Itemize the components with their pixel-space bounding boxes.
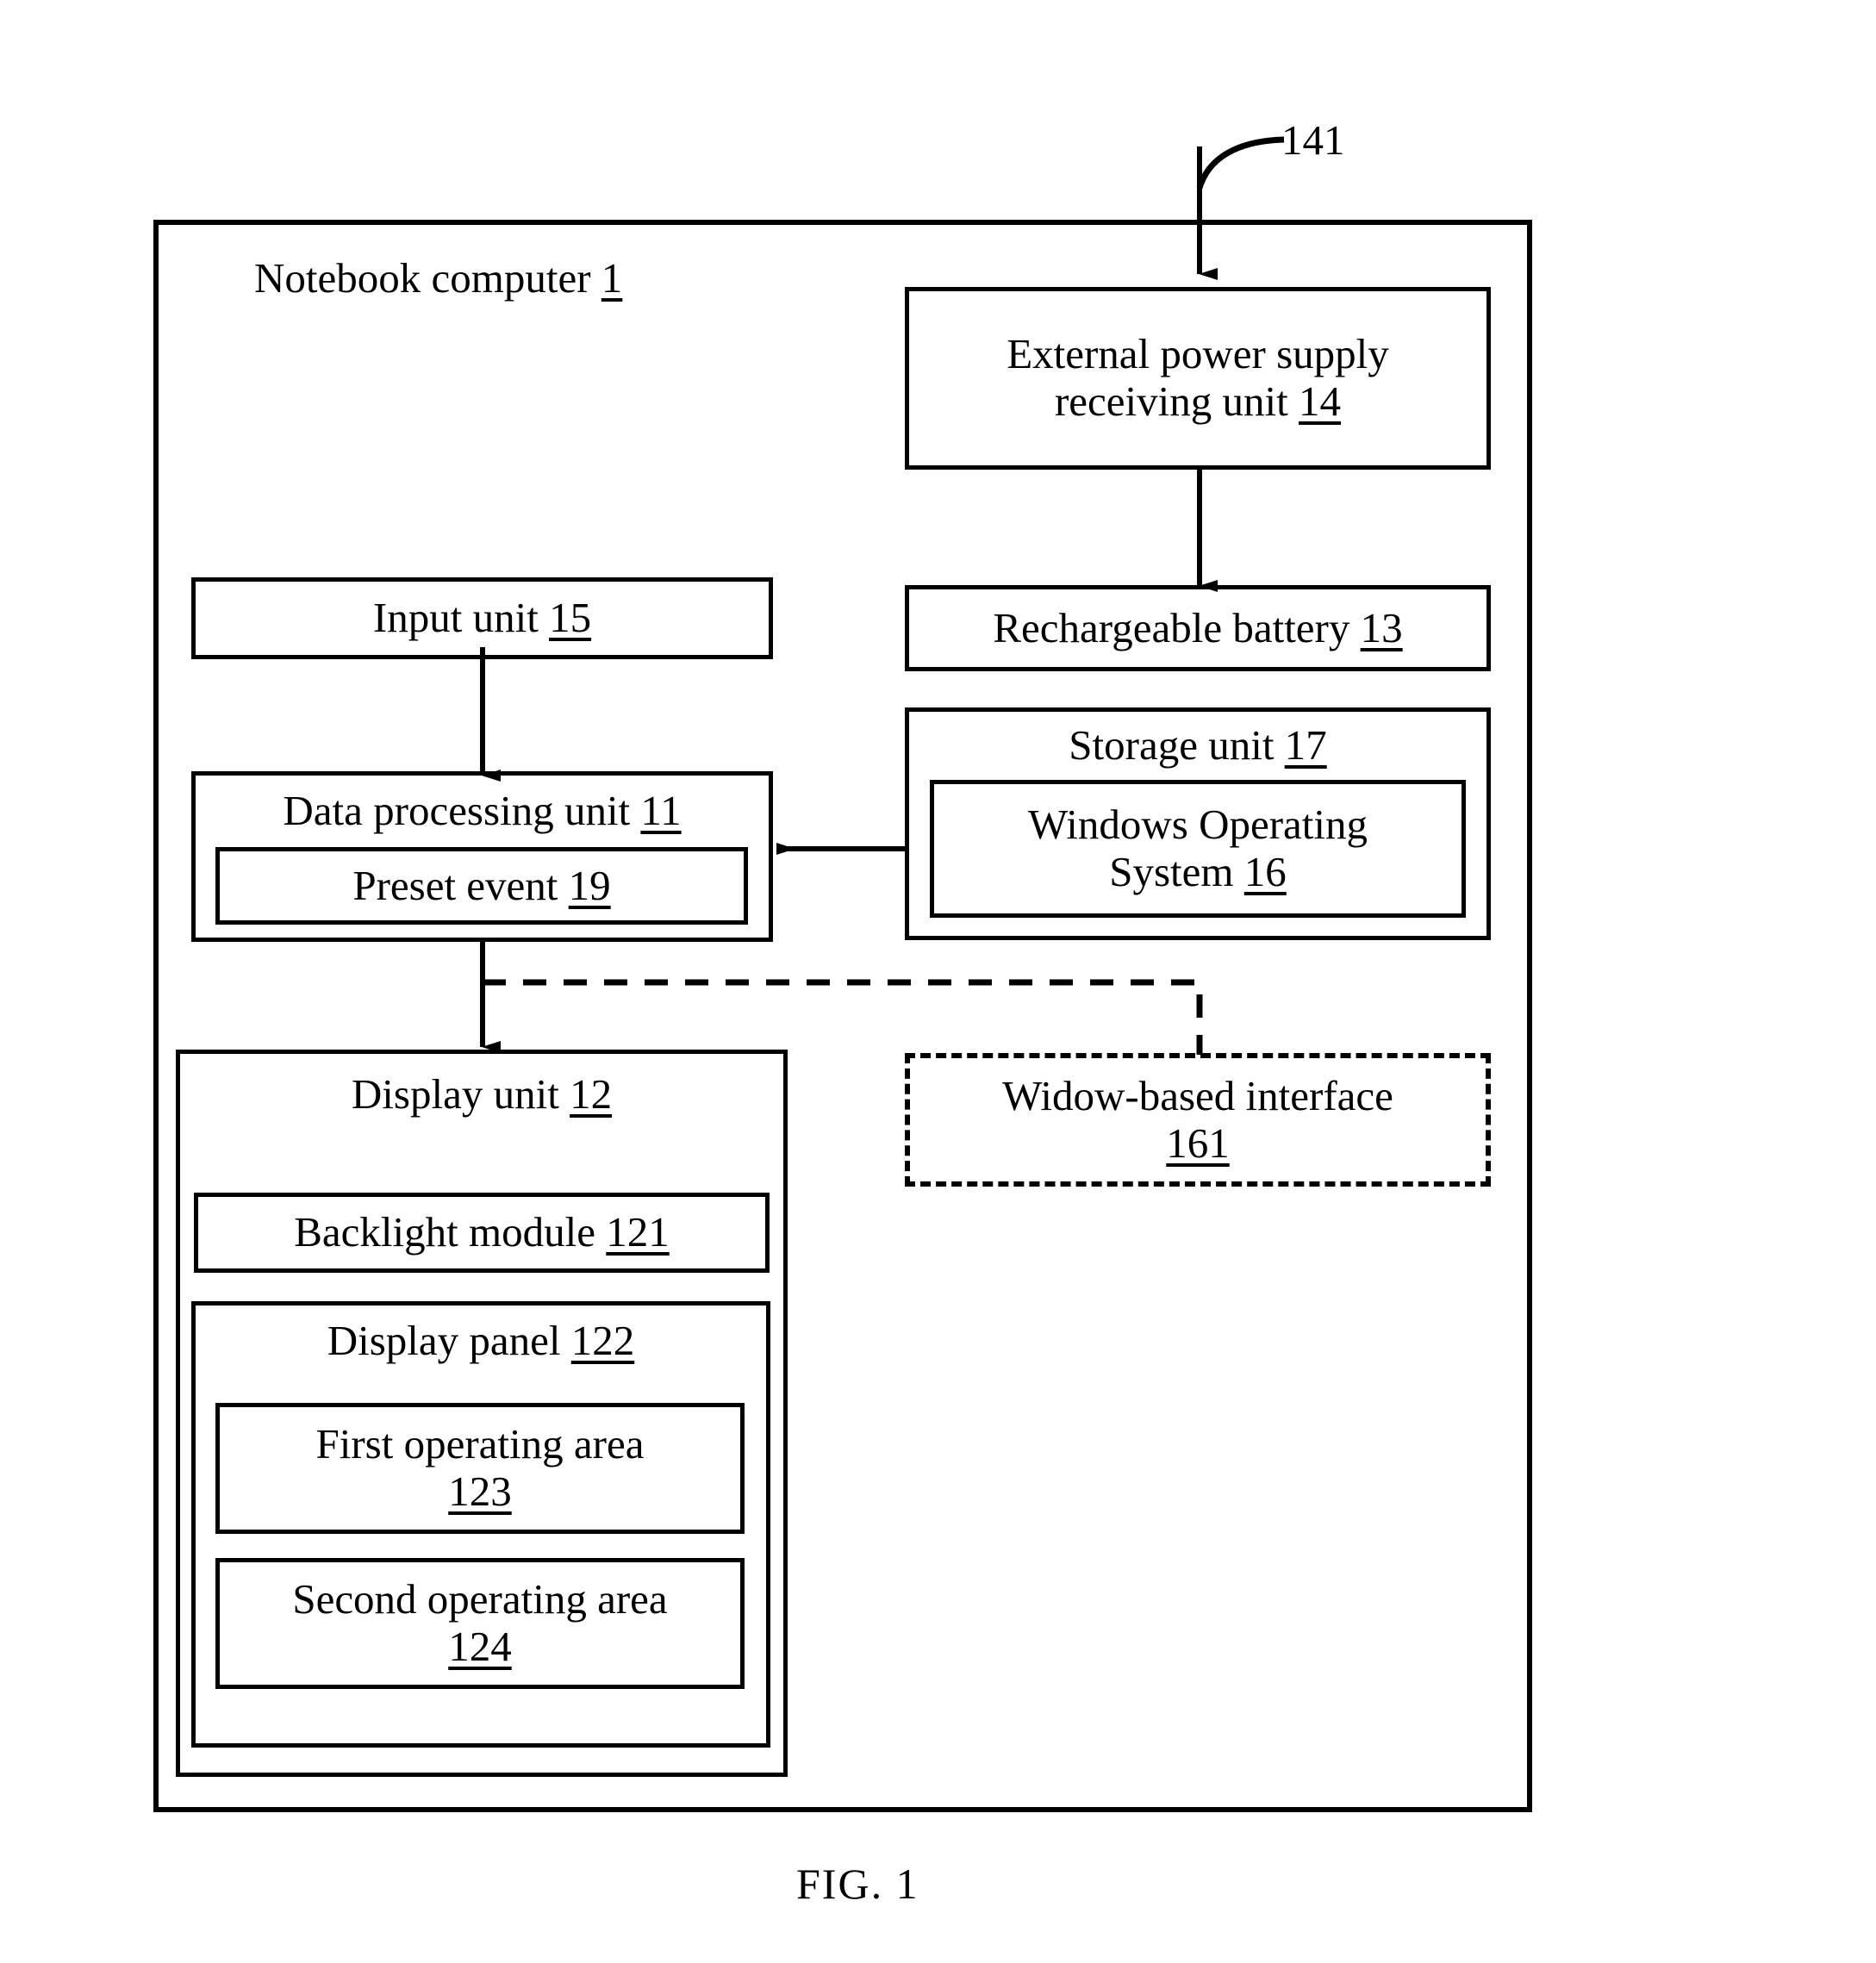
block-input-unit: Input unit 15	[191, 577, 773, 659]
data-processing-unit-label: Data processing unit 11	[283, 787, 682, 835]
windows-os-line2: System	[1109, 848, 1234, 895]
notebook-computer-title: Notebook computer 1	[254, 254, 623, 302]
display-panel-ref: 122	[570, 1317, 635, 1364]
backlight-module-label: Backlight module 121	[294, 1208, 670, 1256]
window-interface-label: Widow-based interface 161	[1002, 1071, 1393, 1168]
window-interface-line1: Widow-based interface	[1002, 1071, 1393, 1119]
backlight-module-text: Backlight module	[294, 1208, 595, 1256]
rechargeable-battery-label: Rechargeable battery 13	[993, 603, 1403, 652]
windows-os-label: Windows Operating System 16	[1028, 801, 1368, 896]
display-unit-ref: 12	[570, 1070, 613, 1118]
input-unit-text: Input unit	[372, 594, 539, 642]
notebook-computer-title-text: Notebook computer	[254, 254, 591, 302]
first-operating-area-ref: 123	[448, 1468, 512, 1515]
notebook-computer-ref: 1	[601, 254, 623, 302]
preset-event-label: Preset event 19	[352, 861, 611, 910]
block-backlight-module: Backlight module 121	[194, 1193, 770, 1273]
external-power-line1: External power supply	[1007, 330, 1389, 378]
rechargeable-battery-text: Rechargeable battery	[993, 603, 1350, 651]
windows-os-line1: Windows Operating	[1027, 801, 1368, 849]
block-rechargeable-battery: Rechargeable battery 13	[905, 585, 1491, 671]
storage-unit-text: Storage unit	[1069, 721, 1275, 769]
callout-141-text: 141	[1281, 116, 1345, 164]
block-window-based-interface: Widow-based interface 161	[905, 1053, 1491, 1187]
first-operating-area-label: First operating area 123	[315, 1420, 645, 1516]
block-windows-operating-system: Windows Operating System 16	[930, 780, 1466, 918]
input-unit-ref: 15	[549, 594, 592, 642]
window-interface-ref: 161	[1166, 1119, 1230, 1167]
external-power-line2: receiving unit	[1054, 377, 1288, 425]
figure-caption-text: FIG. 1	[796, 1860, 919, 1908]
data-processing-unit-ref: 11	[640, 787, 682, 834]
second-operating-area-ref: 124	[448, 1623, 512, 1670]
figure-caption: FIG. 1	[796, 1859, 919, 1909]
storage-unit-ref: 17	[1284, 721, 1327, 769]
block-external-power-supply-receiving-unit: External power supply receiving unit 14	[905, 287, 1491, 470]
callout-141: 141	[1281, 116, 1345, 165]
input-unit-label: Input unit 15	[372, 594, 592, 642]
second-operating-area-line1: Second operating area	[292, 1575, 668, 1623]
block-first-operating-area: First operating area 123	[215, 1403, 745, 1534]
rechargeable-battery-ref: 13	[1360, 603, 1403, 651]
display-unit-text: Display unit	[351, 1070, 559, 1118]
first-operating-area-line1: First operating area	[315, 1420, 645, 1468]
block-preset-event: Preset event 19	[215, 847, 748, 925]
external-power-ref: 14	[1299, 377, 1341, 425]
backlight-module-ref: 121	[606, 1208, 670, 1256]
preset-event-ref: 19	[568, 861, 611, 909]
data-processing-unit-text: Data processing unit	[283, 787, 631, 834]
storage-unit-label: Storage unit 17	[1069, 721, 1327, 770]
display-unit-label: Display unit 12	[351, 1070, 613, 1119]
windows-os-ref: 16	[1243, 848, 1287, 895]
block-second-operating-area: Second operating area 124	[215, 1558, 745, 1689]
preset-event-text: Preset event	[352, 861, 558, 909]
display-panel-label: Display panel 122	[327, 1317, 635, 1365]
external-power-label: External power supply receiving unit 14	[1007, 330, 1389, 426]
figure-canvas: Notebook computer 1 141 External power s…	[0, 0, 1876, 1963]
second-operating-area-label: Second operating area 124	[292, 1575, 668, 1671]
display-panel-text: Display panel	[327, 1317, 561, 1364]
